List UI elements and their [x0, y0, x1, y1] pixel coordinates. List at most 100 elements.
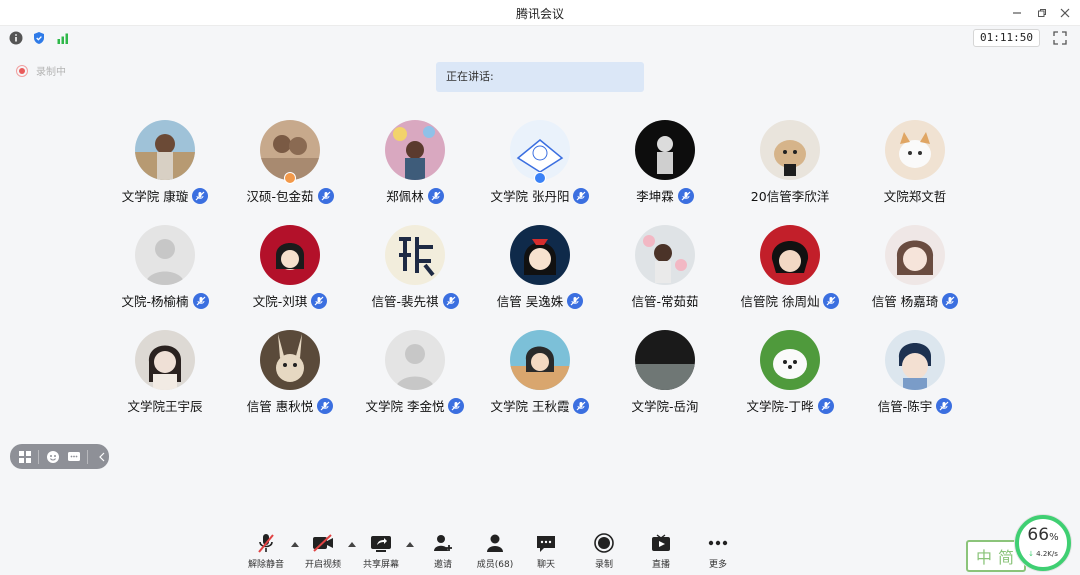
mic-muted-icon [192, 187, 209, 204]
chat-button[interactable]: 聊天 [521, 530, 571, 570]
cohost-badge-icon [534, 172, 546, 184]
avatar [760, 120, 820, 180]
divider [38, 449, 39, 464]
record-label: 录制 [594, 560, 613, 570]
mic-muted-icon [817, 397, 834, 414]
mic-muted-icon [317, 397, 334, 414]
members-label: 成员(68) [476, 560, 514, 570]
live-button[interactable]: 直播 [636, 530, 686, 570]
chat-label: 聊天 [536, 560, 555, 570]
emoji-icon[interactable] [45, 449, 60, 464]
avatar [385, 225, 445, 285]
avatar [510, 120, 570, 180]
share-screen-icon [371, 536, 391, 552]
mic-muted-icon [936, 397, 953, 414]
invite-button[interactable]: 邀请 [418, 530, 468, 570]
unmute-button[interactable]: 解除静音 [241, 530, 291, 570]
mic-muted-icon [823, 292, 840, 309]
avatar [135, 120, 195, 180]
participant-name: 信管-裴先祺 [371, 294, 439, 309]
collapse-chevron-icon[interactable] [94, 449, 109, 464]
more-label: 更多 [708, 560, 727, 570]
cpu-percent: 66 [1027, 525, 1050, 545]
avatar [635, 330, 695, 390]
share-options-caret-icon[interactable] [406, 542, 414, 547]
participant-grid: 文学院 康璇 汉硕-包金茹 郑佩林 文学院 张丹阳 李坤霖 20信管李欣洋 文院… [0, 0, 1080, 575]
live-label: 直播 [651, 560, 670, 570]
mic-muted-icon [567, 292, 584, 309]
invite-label: 邀请 [433, 560, 452, 570]
record-button[interactable]: 录制 [579, 530, 629, 570]
participant-name: 文学院-岳洵 [631, 399, 699, 414]
avatar [510, 330, 570, 390]
share-screen-label: 共享屏幕 [362, 560, 399, 570]
participant-name: 文院郑文哲 [883, 189, 947, 204]
comment-icon[interactable] [66, 449, 81, 464]
avatar [635, 225, 695, 285]
avatar [260, 330, 320, 390]
members-icon [487, 534, 503, 552]
start-video-button[interactable]: 开启视频 [298, 530, 348, 570]
unmute-label: 解除静音 [247, 560, 284, 570]
avatar [260, 120, 320, 180]
participant-tile[interactable]: 文院郑文哲 [840, 120, 990, 220]
mic-muted-icon [427, 187, 444, 204]
bottom-toolbar: 解除静音 开启视频 共享屏幕 邀请 成员(68) 聊天 录制 直播 更多 [0, 530, 1080, 575]
avatar [885, 225, 945, 285]
participant-name: 李坤霖 [636, 189, 674, 204]
network-monitor[interactable]: 66% ↓ 4.2K/s [1015, 515, 1071, 571]
participant-name: 20信管李欣洋 [750, 189, 830, 204]
add-user-icon [434, 535, 452, 551]
participant-name: 文学院王宇辰 [127, 399, 203, 414]
percent-unit: % [1049, 532, 1059, 543]
live-stream-icon [652, 534, 670, 551]
divider [87, 449, 88, 464]
avatar [260, 225, 320, 285]
mic-muted-icon [573, 187, 590, 204]
avatar [385, 120, 445, 180]
avatar [885, 120, 945, 180]
participant-name: 文学院 张丹阳 [490, 189, 570, 204]
participant-name: 文学院 王秋霞 [490, 399, 570, 414]
participant-name: 信管 杨嘉琦 [871, 294, 939, 309]
avatar [135, 330, 195, 390]
network-speed: 4.2K/s [1036, 550, 1058, 558]
participant-tile[interactable]: 信管 杨嘉琦 [840, 225, 990, 325]
download-arrow-icon: ↓ [1028, 550, 1037, 558]
mic-muted-icon [192, 292, 209, 309]
participant-name: 郑佩林 [386, 189, 424, 204]
participant-name: 信管院 徐周灿 [740, 294, 820, 309]
participant-name: 文院-杨榆楠 [121, 294, 189, 309]
participant-name: 文学院 康璇 [121, 189, 189, 204]
avatar [760, 225, 820, 285]
avatar [885, 330, 945, 390]
participant-name: 文学院 李金悦 [365, 399, 445, 414]
chat-icon [537, 536, 555, 552]
participant-name: 文学院-丁晔 [746, 399, 814, 414]
camera-off-icon [313, 534, 333, 552]
mic-muted-icon [942, 292, 959, 309]
participant-tile[interactable]: 信管-陈宇 [840, 330, 990, 430]
mic-muted-icon [448, 397, 465, 414]
video-options-caret-icon[interactable] [348, 542, 356, 547]
host-badge-icon [284, 172, 296, 184]
record-icon [594, 533, 614, 553]
participant-name: 信管 吴逸姝 [496, 294, 564, 309]
avatar [510, 225, 570, 285]
participant-name: 信管 惠秋悦 [246, 399, 314, 414]
participant-name: 信管-常茹茹 [631, 294, 699, 309]
share-screen-button[interactable]: 共享屏幕 [356, 530, 406, 570]
more-button[interactable]: 更多 [693, 530, 743, 570]
mic-muted-icon [311, 292, 328, 309]
layout-grid-icon[interactable] [17, 449, 32, 464]
members-button[interactable]: 成员(68) [470, 530, 520, 570]
mic-muted-icon [317, 187, 334, 204]
floating-toolbar [10, 444, 109, 469]
participant-name: 信管-陈宇 [877, 399, 933, 414]
participant-name: 汉硕-包金茹 [246, 189, 314, 204]
mic-muted-icon [573, 397, 590, 414]
default-avatar [135, 225, 195, 285]
mic-off-icon [258, 534, 274, 553]
default-avatar [385, 330, 445, 390]
start-video-label: 开启视频 [304, 560, 341, 570]
